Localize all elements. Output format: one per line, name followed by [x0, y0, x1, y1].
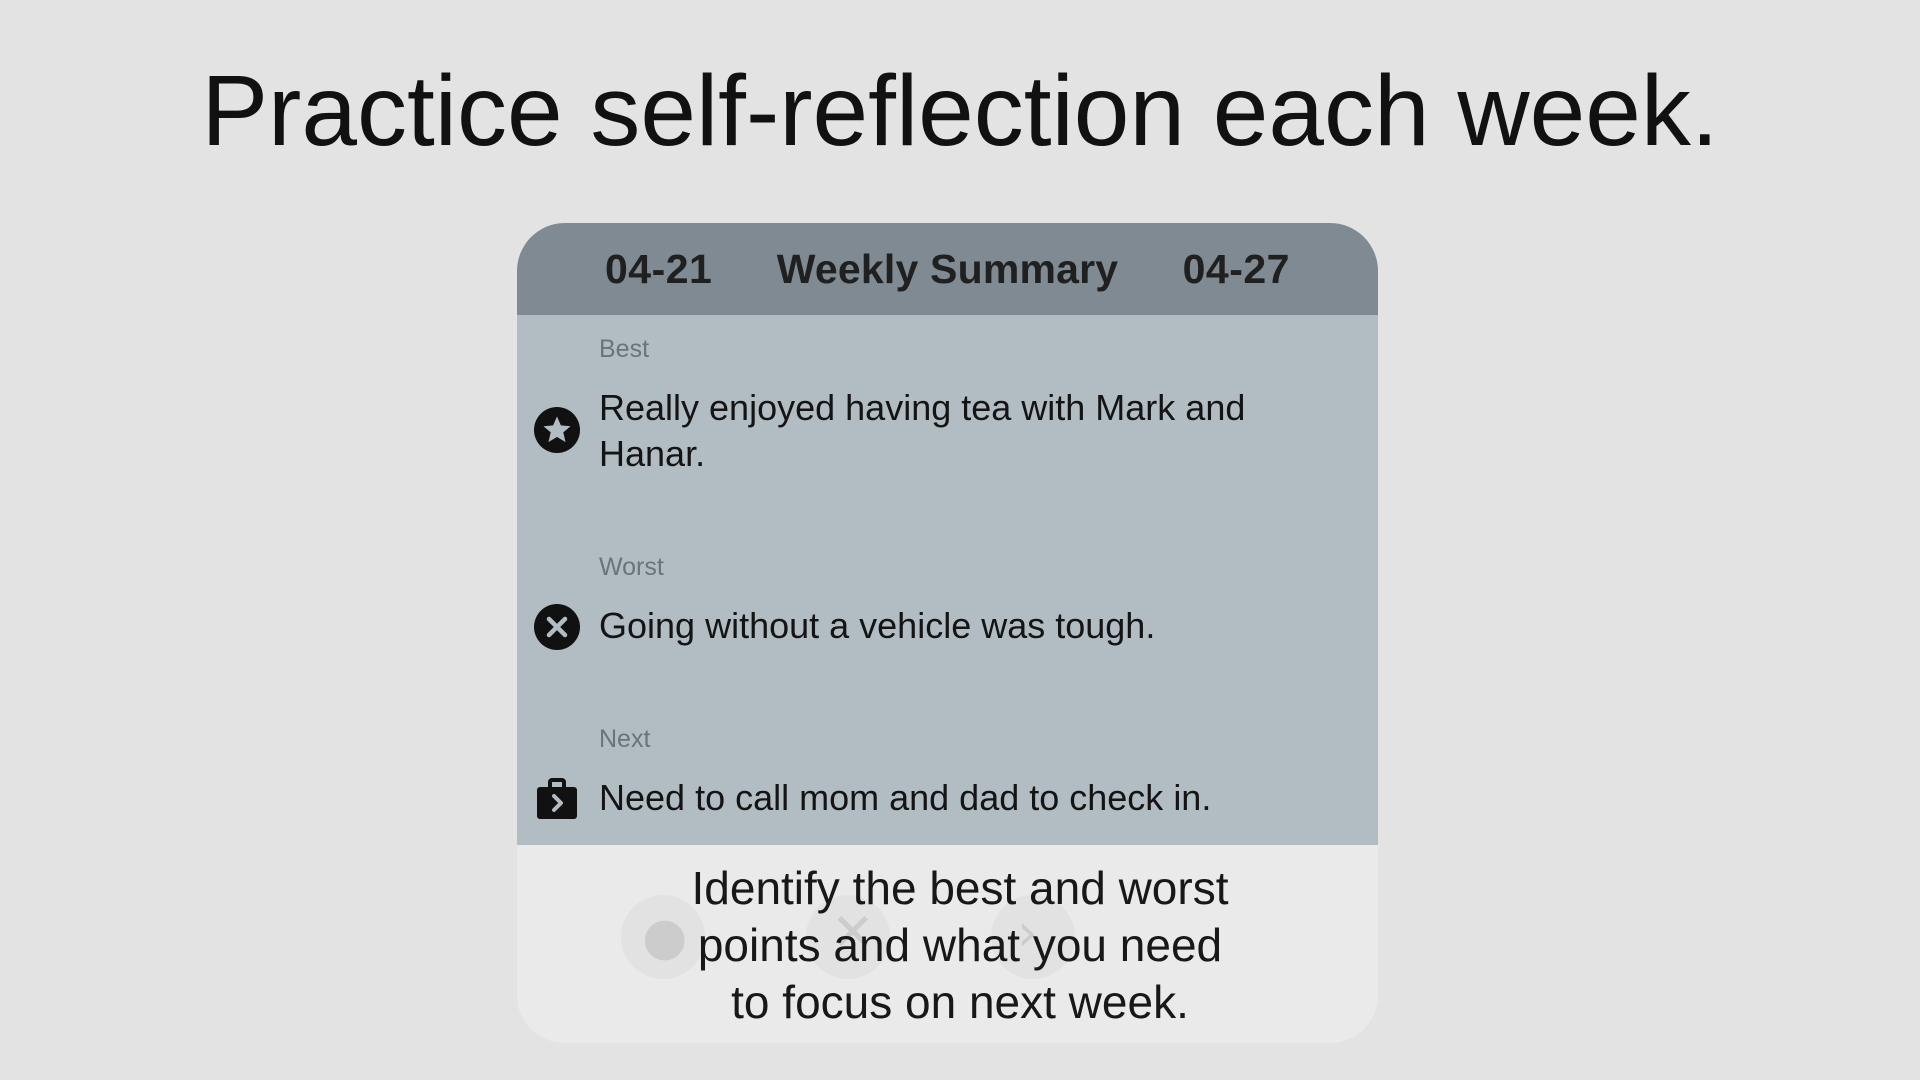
- start-date: 04-21: [605, 245, 713, 292]
- briefcase-next-icon: [537, 778, 577, 819]
- caption-line-1: Identify the best and worst: [691, 862, 1229, 914]
- caption-line-3: to focus on next week.: [731, 976, 1189, 1028]
- next-text: Need to call mom and dad to check in.: [599, 777, 1212, 818]
- worst-label: Worst: [599, 553, 664, 581]
- headline: Practice self-reflection each week.: [201, 55, 1719, 167]
- star-icon: [534, 407, 580, 453]
- caption: Identify the best and worst points and w…: [0, 860, 1920, 1031]
- best-text: Really enjoyed having tea with Mark and …: [599, 387, 1246, 474]
- end-date: 04-27: [1182, 245, 1290, 292]
- weekly-summary-body: Best Really enjoyed having tea with Mark…: [517, 315, 1378, 845]
- weekly-summary-title: Weekly Summary: [776, 245, 1119, 292]
- best-label: Best: [599, 335, 650, 363]
- caption-line-2: points and what you need: [697, 919, 1223, 971]
- next-label: Next: [599, 725, 651, 753]
- x-circle-icon: [534, 604, 580, 650]
- weekly-summary-header: 04-21 Weekly Summary 04-27: [517, 223, 1378, 315]
- worst-text: Going without a vehicle was tough.: [599, 605, 1156, 646]
